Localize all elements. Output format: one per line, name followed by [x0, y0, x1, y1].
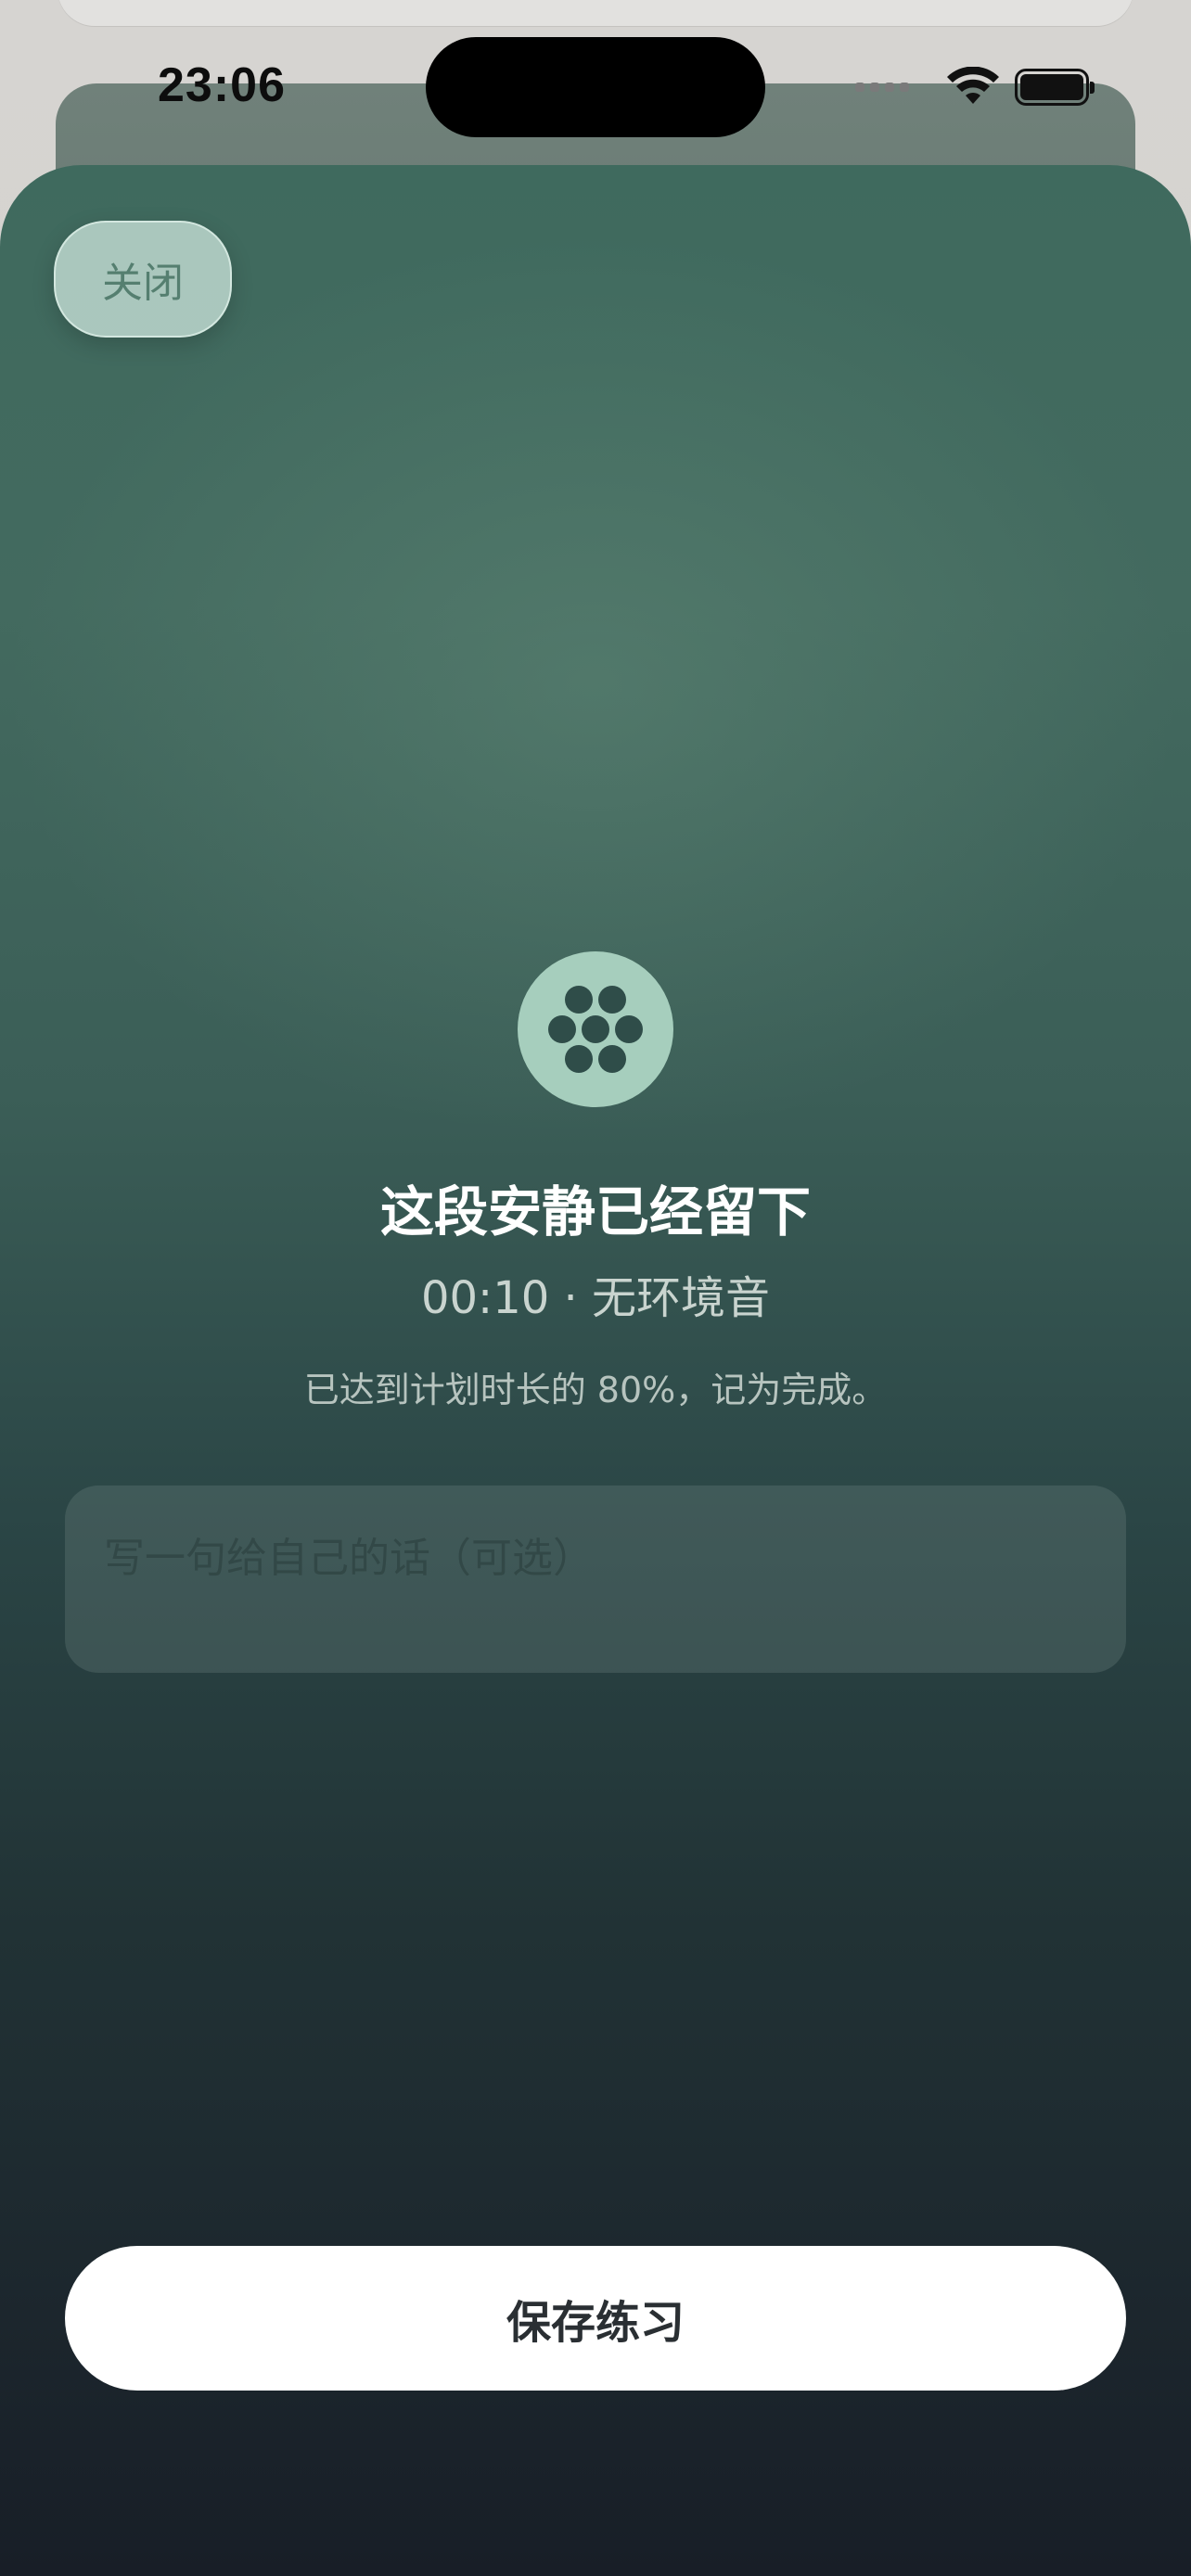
flower-dots-icon — [518, 951, 673, 1107]
session-summary: 00:10 · 无环境音 — [420, 1272, 771, 1324]
dynamic-island — [426, 37, 765, 137]
screen: 23:06 关闭 这段安静已经留下 00:10 · 无环境音 已达到计划时长的 … — [0, 0, 1191, 2576]
close-button[interactable]: 关闭 — [54, 221, 232, 338]
completion-note: 已达到计划时长的 80%，记为完成。 — [303, 1370, 888, 1410]
status-icons — [855, 67, 1095, 108]
reflection-input[interactable]: 写一句给自己的话（可选） — [65, 1486, 1126, 1673]
wifi-icon — [947, 67, 999, 104]
completion-title: 这段安静已经留下 — [379, 1180, 811, 1243]
save-practice-button[interactable]: 保存练习 — [65, 2246, 1126, 2391]
cellular-dots-icon — [855, 83, 909, 92]
battery-icon — [1015, 69, 1095, 106]
completion-sheet: 关闭 这段安静已经留下 00:10 · 无环境音 已达到计划时长的 80%，记为… — [0, 165, 1191, 2576]
status-time: 23:06 — [158, 58, 286, 112]
status-bar: 23:06 — [0, 0, 1191, 167]
